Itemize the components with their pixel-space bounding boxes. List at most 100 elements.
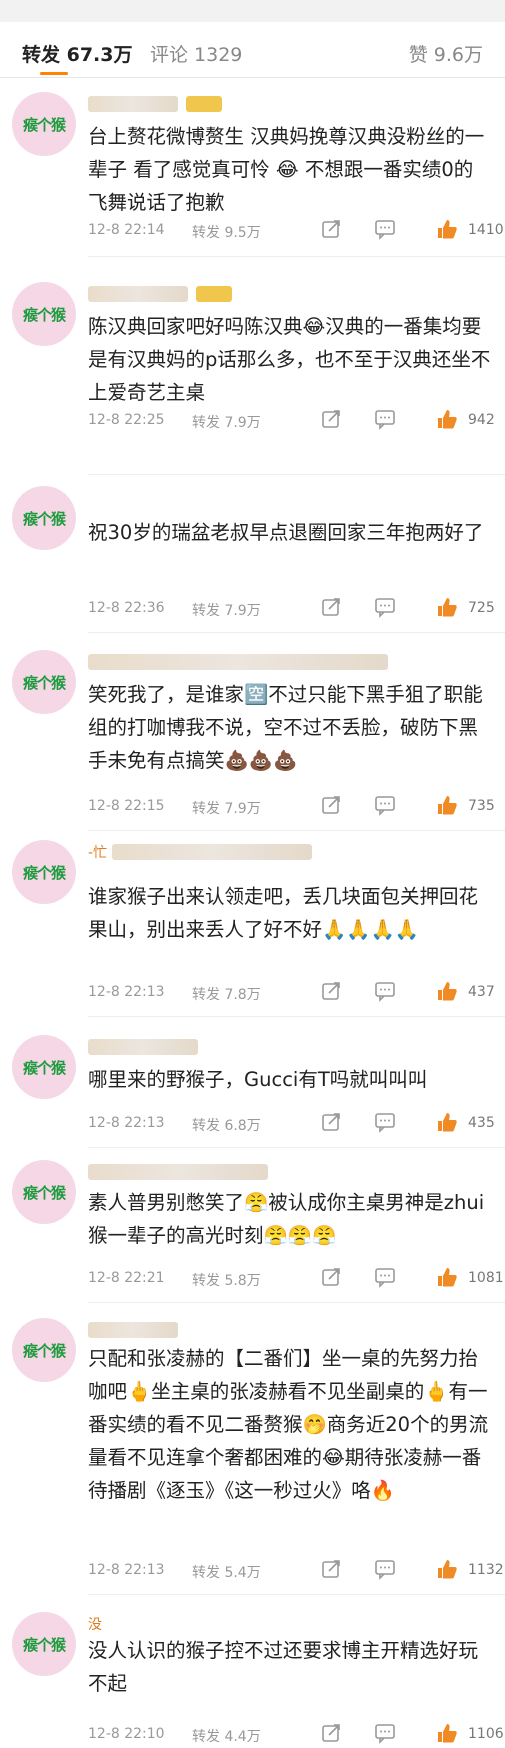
- like-count: 735: [468, 798, 495, 814]
- like-icon[interactable]: [436, 596, 458, 618]
- avatar-label: 瘊个猴: [22, 305, 66, 324]
- status-strip: [0, 0, 505, 22]
- like-icon[interactable]: [436, 1722, 458, 1744]
- comment-icon[interactable]: [374, 980, 396, 1002]
- comment-time: 12-8 22:13: [88, 984, 165, 1000]
- tab-repost[interactable]: 转发 67.3万: [22, 40, 133, 67]
- avatar-label: 瘊个猴: [22, 509, 66, 528]
- repost-count[interactable]: 转发 7.8万: [192, 984, 261, 1004]
- divider: [88, 1147, 505, 1148]
- comment-time: 12-8 22:21: [88, 1270, 165, 1286]
- repost-count[interactable]: 转发 7.9万: [192, 600, 261, 620]
- share-icon[interactable]: [320, 218, 342, 240]
- username-blurred[interactable]: [88, 1322, 178, 1338]
- repost-count[interactable]: 转发 9.5万: [192, 222, 261, 242]
- comment-time: 12-8 22:13: [88, 1562, 165, 1578]
- like-count: 435: [468, 1115, 495, 1131]
- divider: [88, 256, 505, 257]
- like-count: 437: [468, 984, 495, 1000]
- like-icon[interactable]: [436, 1558, 458, 1580]
- share-icon[interactable]: [320, 1722, 342, 1744]
- comment-icon[interactable]: [374, 1558, 396, 1580]
- comment-icon[interactable]: [374, 408, 396, 430]
- share-icon[interactable]: [320, 1266, 342, 1288]
- comment-text: 台上赘花微博赘生 汉典妈挽尊汉典没粉丝的一辈子 看了感觉真可怜 😂 不想跟一番实…: [88, 125, 485, 214]
- repost-count[interactable]: 转发 7.9万: [192, 412, 261, 432]
- avatar[interactable]: 瘊个猴: [12, 1035, 76, 1099]
- like-count: 942: [468, 412, 495, 428]
- comment-icon[interactable]: [374, 1266, 396, 1288]
- avatar-label: 瘊个猴: [22, 1341, 66, 1360]
- comment-time: 12-8 22:10: [88, 1726, 165, 1742]
- avatar[interactable]: 瘊个猴: [12, 1318, 76, 1382]
- username-blurred[interactable]: [112, 844, 312, 860]
- avatar-label: 瘊个猴: [22, 1635, 66, 1654]
- tab-bar: 转发 67.3万 评论 1329 赞 9.6万: [0, 22, 505, 78]
- username[interactable]: 没: [88, 1614, 102, 1634]
- like-count: 1106: [468, 1726, 504, 1742]
- like-icon[interactable]: [436, 408, 458, 430]
- like-icon[interactable]: [436, 218, 458, 240]
- avatar-label: 瘊个猴: [22, 115, 66, 134]
- divider: [88, 1302, 505, 1303]
- avatar[interactable]: 瘊个猴: [12, 92, 76, 156]
- comment-icon[interactable]: [374, 596, 396, 618]
- share-icon[interactable]: [320, 980, 342, 1002]
- comment-text: 笑死我了，是谁家🈳不过只能下黑手狙了职能组的打咖博我不说，空不过不丢脸，破防下黑…: [88, 683, 483, 772]
- like-count: 1081: [468, 1270, 504, 1286]
- like-icon[interactable]: [436, 794, 458, 816]
- username-blurred[interactable]: [88, 654, 388, 670]
- comment-text: 素人普男别憋笑了😤被认成你主桌男神是zhui猴一辈子的高光时刻😤😤😤: [88, 1191, 485, 1247]
- like-icon[interactable]: [436, 1111, 458, 1133]
- divider: [88, 830, 505, 831]
- active-tab-indicator: [40, 72, 68, 75]
- comment-text: 谁家猴子出来认领走吧，丢几块面包关押回花果山，别出来丢人了好不好🙏🙏🙏🙏: [88, 885, 479, 941]
- member-badge: [196, 286, 232, 302]
- tab-like[interactable]: 赞 9.6万: [409, 40, 483, 67]
- comment-icon[interactable]: [374, 218, 396, 240]
- comment-time: 12-8 22:25: [88, 412, 165, 428]
- avatar[interactable]: 瘊个猴: [12, 1160, 76, 1224]
- comment-time: 12-8 22:36: [88, 600, 165, 616]
- divider: [88, 632, 505, 633]
- divider: [88, 1016, 505, 1017]
- repost-count[interactable]: 转发 5.8万: [192, 1270, 261, 1290]
- share-icon[interactable]: [320, 794, 342, 816]
- comment-text: 没人认识的猴子控不过还要求博主开精选好玩不起: [88, 1639, 479, 1695]
- comment-text: 陈汉典回家吧好吗陈汉典😂汉典的一番集均要是有汉典妈的p话那么多，也不至于汉典还坐…: [88, 315, 491, 404]
- repost-count[interactable]: 转发 6.8万: [192, 1115, 261, 1135]
- avatar-label: 瘊个猴: [22, 673, 66, 692]
- repost-count[interactable]: 转发 4.4万: [192, 1726, 261, 1746]
- member-badge: [186, 96, 222, 112]
- avatar[interactable]: 瘊个猴: [12, 282, 76, 346]
- comment-time: 12-8 22:13: [88, 1115, 165, 1131]
- tab-comment[interactable]: 评论 1329: [150, 40, 242, 67]
- like-icon[interactable]: [436, 1266, 458, 1288]
- share-icon[interactable]: [320, 1111, 342, 1133]
- share-icon[interactable]: [320, 596, 342, 618]
- comment-text: 哪里来的野猴子，Gucci有T吗就叫叫叫: [88, 1068, 428, 1091]
- like-count: 1410: [468, 222, 504, 238]
- comment-icon[interactable]: [374, 794, 396, 816]
- share-icon[interactable]: [320, 408, 342, 430]
- comment-icon[interactable]: [374, 1111, 396, 1133]
- share-icon[interactable]: [320, 1558, 342, 1580]
- avatar[interactable]: 瘊个猴: [12, 1612, 76, 1676]
- comment-text: 祝30岁的瑞盆老叔早点退圈回家三年抱两好了: [88, 521, 484, 544]
- avatar[interactable]: 瘊个猴: [12, 650, 76, 714]
- repost-count[interactable]: 转发 5.4万: [192, 1562, 261, 1582]
- username-blurred[interactable]: [88, 1164, 268, 1180]
- username-blurred[interactable]: [88, 96, 178, 112]
- username-blurred[interactable]: [88, 1039, 198, 1055]
- like-count: 1132: [468, 1562, 504, 1578]
- username-blurred[interactable]: [88, 286, 188, 302]
- like-icon[interactable]: [436, 980, 458, 1002]
- comment-time: 12-8 22:15: [88, 798, 165, 814]
- repost-count[interactable]: 转发 7.9万: [192, 798, 261, 818]
- username[interactable]: -忙: [88, 842, 107, 862]
- comment-time: 12-8 22:14: [88, 222, 165, 238]
- comment-icon[interactable]: [374, 1722, 396, 1744]
- like-count: 725: [468, 600, 495, 616]
- avatar[interactable]: 瘊个猴: [12, 486, 76, 550]
- avatar[interactable]: 瘊个猴: [12, 840, 76, 904]
